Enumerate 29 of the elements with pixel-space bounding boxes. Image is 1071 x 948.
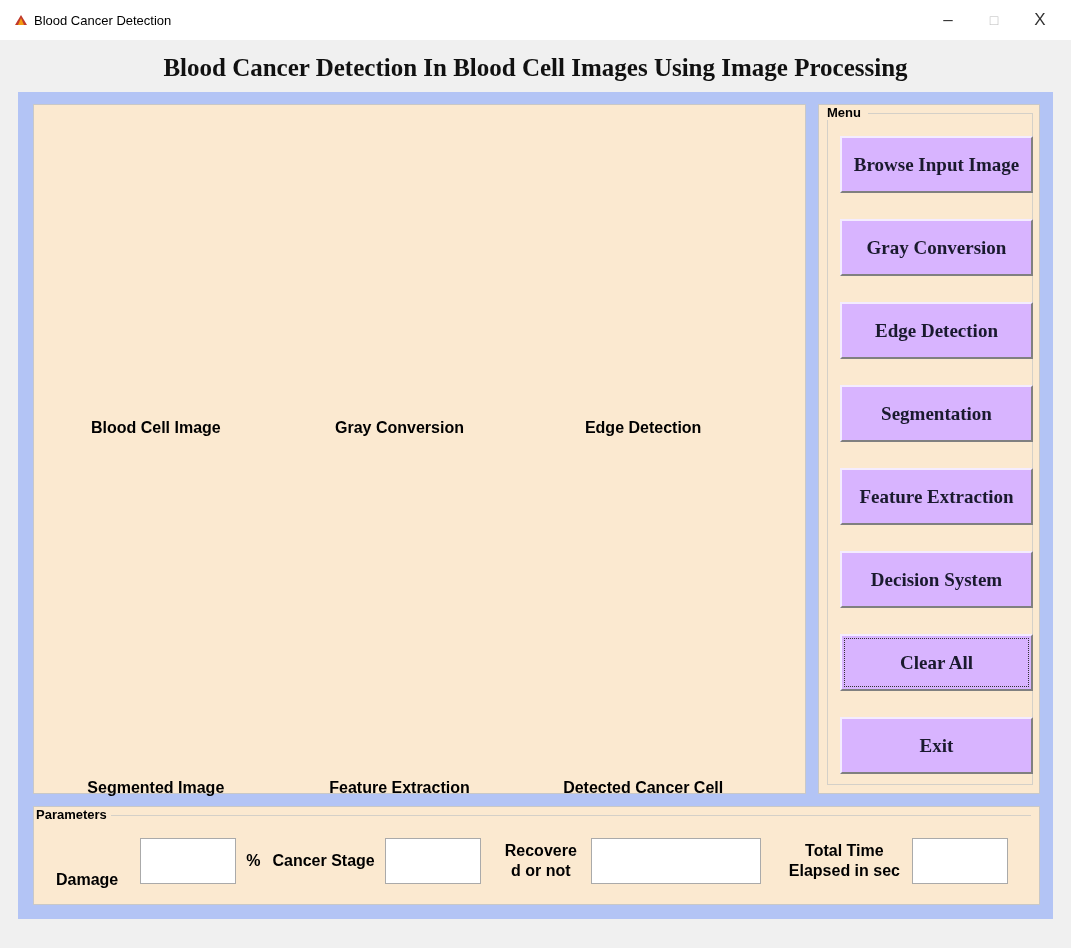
menu-button[interactable]: Browse Input Image	[840, 136, 1033, 193]
window-title: Blood Cancer Detection	[34, 12, 173, 28]
menu-button[interactable]: Gray Conversion	[840, 219, 1033, 276]
axes-label: Feature Extraction	[329, 779, 470, 797]
menu-button[interactable]: Clear All	[840, 634, 1033, 691]
menu-button[interactable]: Edge Detection	[840, 302, 1033, 359]
parameter-label: Recovere d or not	[504, 841, 577, 881]
app-icon	[14, 13, 28, 27]
axes-label: Blood Cell Image	[90, 419, 221, 437]
parameter-label: Total Time Elapsed in sec	[788, 841, 900, 881]
parameter-field[interactable]	[911, 838, 1008, 884]
parameter-field[interactable]	[384, 838, 481, 884]
parameter-field[interactable]	[140, 838, 237, 884]
parameter-label: Damage	[56, 870, 119, 890]
app-heading: Blood Cancer Detection In Blood Cell Images Using Image Processing	[162, 53, 909, 83]
axes-label: Edge Detection	[584, 419, 702, 437]
menu-button[interactable]: Decision System	[840, 551, 1033, 608]
menu-button[interactable]: Feature Extraction	[840, 468, 1033, 525]
parameter-field[interactable]	[590, 838, 761, 884]
unit-label: %	[246, 852, 261, 870]
menu-button[interactable]: Exit	[840, 717, 1033, 774]
minimize-button[interactable]: –	[925, 10, 971, 30]
parameters-group-title: Parameters	[36, 807, 111, 822]
axes-label: Segmented Image	[87, 779, 225, 797]
parameter-label: Cancer Stage	[272, 851, 375, 871]
axes-label: Detected Cancer Cell	[563, 779, 724, 797]
axes-label: Gray Conversion	[335, 419, 464, 437]
menu-button[interactable]: Segmentation	[840, 385, 1033, 442]
close-button[interactable]: X	[1017, 10, 1063, 30]
